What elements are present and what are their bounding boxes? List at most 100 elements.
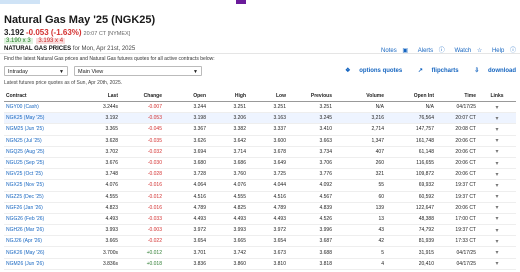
table-row[interactable]: NGF26 (Jan '26) 4.823 -0.016 4.789 4.825 4.78… [4,202,516,214]
links-menu-icon[interactable]: ▾ [495,105,498,111]
download-link[interactable]: ⇩ download [467,68,516,74]
links-menu-icon[interactable]: ▾ [495,250,498,256]
contract-link[interactable]: NGH26 (Mar '26) [4,224,74,237]
table-cell: 3.626 [164,135,208,147]
column-header[interactable]: Open Int [386,90,436,102]
table-cell: 81,939 [386,235,436,248]
table-cell: 42 [334,235,386,248]
table-cell: 74,792 [386,224,436,237]
table-row[interactable]: NGK25 (May '25) 3.192 -0.053 3.198 3.206 3.16… [4,112,516,125]
contract-link[interactable]: NGG26 (Feb '26) [4,213,74,226]
table-row[interactable]: NGX25 (Nov '25) 4.076 -0.016 4.064 4.076 4.04… [4,179,516,192]
page-header: Natural Gas May '25 (NGK25) [4,14,155,26]
column-header[interactable]: High [208,90,248,102]
column-header[interactable]: Low [248,90,288,102]
table-row[interactable]: NGY00 (Cash) 3.244s -0.007 3.244 3.251 3.251 3… [4,101,516,114]
table-row[interactable]: NGH26 (Mar '26) 3.993 -0.003 3.972 3.993 3.97… [4,224,516,237]
table-cell: 61,148 [386,146,436,158]
column-header[interactable]: Time [436,90,478,102]
links-menu-icon[interactable]: ▾ [495,205,498,211]
links-cell: ▾ [478,202,516,214]
table-cell: 3.742 [208,246,248,259]
price-bar: 3.192 -0.053 (-1.63%) 20:07 CT [NYMEX] [4,28,130,37]
table-cell: 260 [334,157,386,170]
table-cell: 20:06 CT [436,146,478,158]
table-row[interactable]: NGN25 (Jul '25) 3.628 -0.035 3.626 3.642 3.60… [4,135,516,147]
contract-link[interactable]: NGV25 (Oct '25) [4,168,74,181]
links-menu-icon[interactable]: ▾ [495,116,498,122]
table-cell: 4.516 [164,191,208,203]
contract-link[interactable]: NGM26 (Jun '26) [4,258,74,270]
contract-link[interactable]: NGU25 (Sep '25) [4,157,74,170]
contract-link[interactable]: NGN25 (Jul '25) [4,135,74,147]
column-header[interactable]: Previous [288,90,334,102]
column-header[interactable]: Last [74,90,120,102]
table-cell: 4.567 [288,191,334,203]
links-menu-icon[interactable]: ▾ [495,127,498,133]
table-cell: 3.776 [288,168,334,181]
links-menu-icon[interactable]: ▾ [495,161,498,167]
bid-value: 3.190 x 3 [4,38,33,44]
contract-link[interactable]: NGK25 (May '25) [4,112,74,125]
column-header[interactable]: Volume [334,90,386,102]
links-menu-icon[interactable]: ▾ [495,172,498,178]
contract-link[interactable]: NGY00 (Cash) [4,101,74,114]
table-cell: -0.030 [120,157,164,170]
table-row[interactable]: NGU25 (Sep '25) 3.676 -0.030 3.680 3.686 3.64… [4,157,516,170]
contract-link[interactable]: NGF26 (Jan '26) [4,202,74,214]
table-cell: 3.734 [288,146,334,158]
divider [0,53,520,54]
table-row[interactable]: NGV25 (Oct '25) 3.748 -0.028 3.728 3.760 3.72… [4,168,516,181]
table-row[interactable]: NGG26 (Feb '26) 4.493 -0.033 4.493 4.493 4.49… [4,213,516,226]
contract-link[interactable]: NGJ26 (Apr '26) [4,235,74,248]
links-cell: ▾ [478,123,516,136]
table-cell: 3.251 [248,101,288,114]
table-cell: -0.012 [120,191,164,203]
links-cell: ▾ [478,112,516,125]
table-cell: 19:37 CT [436,224,478,237]
links-cell: ▾ [478,157,516,170]
table-cell: 3.993 [208,224,248,237]
table-cell: 3.725 [248,168,288,181]
table-cell: 3.706 [288,157,334,170]
contract-link[interactable]: NGX25 (Nov '25) [4,179,74,192]
links-menu-icon[interactable]: ▾ [495,228,498,234]
table-cell: 3.649 [248,157,288,170]
prices-heading: NATURAL GAS PRICES for Mon, Apr 21st, 20… [4,46,135,52]
table-cell: -0.045 [120,123,164,136]
links-menu-icon[interactable]: ▾ [495,138,498,144]
table-row[interactable]: NGM26 (Jun '26) 3.836s +0.018 3.836 3.860 3.8… [4,258,516,270]
flipcharts-link[interactable]: ↗ flipcharts [411,68,459,74]
contract-link[interactable]: NGZ25 (Dec '25) [4,191,74,203]
column-header[interactable]: Open [164,90,208,102]
links-menu-icon[interactable]: ▾ [495,149,498,155]
table-row[interactable]: NGK26 (May '26) 3.700s +0.012 3.701 3.742 3.6… [4,246,516,259]
table-cell: 3.686 [208,157,248,170]
links-menu-icon[interactable]: ▾ [495,239,498,245]
table-cell: 55 [334,179,386,192]
period-select[interactable]: Intraday ▼ [4,66,68,76]
table-row[interactable]: NGJ26 (Apr '26) 3.665 -0.022 3.654 3.665 3.65… [4,235,516,248]
table-cell: 20:08 CT [436,123,478,136]
options-quotes-link[interactable]: ❖ options quotes [338,68,402,74]
links-menu-icon[interactable]: ▾ [495,216,498,222]
contract-link[interactable]: NGM25 (Jun '25) [4,123,74,136]
links-menu-icon[interactable]: ▾ [495,194,498,200]
table-cell: 3.748 [74,168,120,181]
column-header[interactable]: Contract [4,90,74,102]
table-row[interactable]: NGM25 (Jun '25) 3.365 -0.045 3.367 3.382 3.33… [4,123,516,136]
table-row[interactable]: NGZ25 (Dec '25) 4.555 -0.012 4.516 4.555 4.51… [4,191,516,203]
links-menu-icon[interactable]: ▾ [495,261,498,267]
table-cell: 3.654 [164,235,208,248]
table-cell: 4.555 [208,191,248,203]
table-row[interactable]: NGQ25 (Aug '25) 3.702 -0.032 3.694 3.714 3.67… [4,146,516,158]
contract-link[interactable]: NGK26 (May '26) [4,246,74,259]
table-tools: ❖ options quotes ↗ flipcharts ⇩ download [331,67,516,74]
view-select[interactable]: Main View ▼ [74,66,202,76]
links-menu-icon[interactable]: ▾ [495,183,498,189]
table-cell: 3.972 [164,224,208,237]
contract-link[interactable]: NGQ25 (Aug '25) [4,146,74,158]
column-header[interactable]: Change [120,90,164,102]
futures-table: Contract Last Change Open High Low Previous Vol… [4,90,516,270]
bid-ask: 3.190 x 3 3.193 x 4 [4,38,66,44]
